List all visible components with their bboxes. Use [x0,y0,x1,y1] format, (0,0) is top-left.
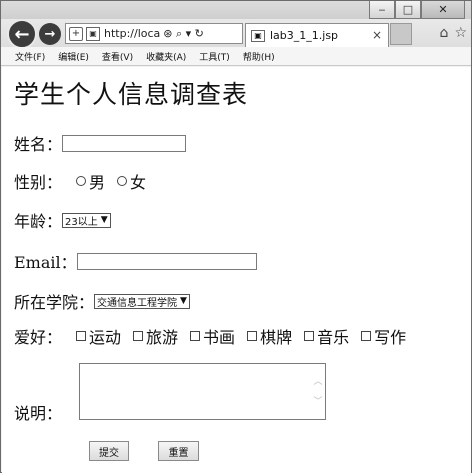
maximize-button[interactable]: □ [395,1,421,19]
browser-toolbar: ← → + ▣ http://loca ⊛ ⌕ ▾ ↻ ▣ lab3_1_1.j… [1,19,471,49]
minimize-button[interactable]: ‒ [369,1,395,19]
chevron-down-icon[interactable]: ▼ [180,296,187,306]
page-content: 学生个人信息调查表 姓名： 性别： 男 女 年龄： 23以上 ▼ Email： … [2,67,471,473]
home-icon[interactable]: ⌂ [440,25,449,41]
submit-button[interactable]: 提交 [89,441,129,461]
toolbar-right-icons: ⌂ ☆ [440,25,467,41]
reset-button[interactable]: 重置 [158,441,199,461]
page-title: 学生个人信息调查表 [14,80,249,109]
checkbox-icon[interactable] [361,331,372,341]
menu-file[interactable]: 文件(F) [15,50,45,63]
desc-textarea[interactable]: ︿ ﹀ [79,363,326,420]
textarea-scrollbar[interactable]: ︿ ﹀ [313,372,323,412]
gender-option-female[interactable]: 女 [117,169,146,193]
desc-label: 说明： [14,404,63,423]
gender-option-label: 女 [130,173,147,192]
radio-icon[interactable] [117,176,128,186]
hobby-row: 爱好： 运动 旅游 书画 棋牌 音乐 写作 [14,324,406,348]
menu-edit[interactable]: 编辑(E) [58,50,89,63]
age-selected-value: 23以上 [65,216,98,228]
college-select[interactable]: 交通信息工程学院 ▼ [94,293,190,309]
hobby-option[interactable]: 旅游 [133,324,178,348]
browser-window: ‒ □ ✕ ← → + ▣ http://loca ⊛ ⌕ ▾ ↻ ▣ lab3… [0,0,472,473]
menu-favorites[interactable]: 收藏夹(A) [146,50,186,63]
hobby-option[interactable]: 书画 [190,324,235,348]
checkbox-icon[interactable] [76,331,87,341]
hobby-option-label: 书画 [203,328,236,347]
hobby-option[interactable]: 写作 [361,324,406,348]
radio-icon[interactable] [76,176,87,186]
gender-row: 性别： 男 女 [14,169,146,193]
age-row: 年龄： 23以上 ▼ [14,208,111,232]
tab-close-icon[interactable]: × [372,28,382,42]
gender-option-label: 男 [89,173,106,192]
hobby-option[interactable]: 运动 [76,324,121,348]
desc-row: 说明： [14,400,62,424]
hobby-option-label: 音乐 [317,328,350,347]
menu-view[interactable]: 查看(V) [102,50,133,63]
plus-icon[interactable]: + [69,26,83,41]
new-tab-button[interactable] [390,23,412,45]
hobby-option-label: 写作 [374,328,407,347]
address-text[interactable]: http://loca [104,27,160,40]
menu-help[interactable]: 帮助(H) [243,50,275,63]
hobby-option-label: 运动 [89,328,122,347]
tab-title: lab3_1_1.jsp [270,29,339,42]
favorites-icon[interactable]: ☆ [454,25,467,41]
page-icon: ▣ [86,26,100,41]
address-tools-icons[interactable]: ⊛ ⌕ ▾ ↻ [163,27,204,41]
tab-favicon-icon: ▣ [251,29,265,42]
checkbox-icon[interactable] [304,331,315,341]
email-label: Email： [14,253,77,272]
chevron-down-icon[interactable]: ▼ [101,215,108,225]
title-bar: ‒ □ ✕ [1,1,471,19]
hobby-option[interactable]: 音乐 [304,324,349,348]
college-label: 所在学院： [14,293,95,312]
hobby-option-label: 棋牌 [260,328,293,347]
email-input[interactable] [76,252,257,270]
name-input[interactable] [62,134,187,152]
name-row: 姓名： [14,131,187,155]
email-row: Email： [14,249,257,273]
checkbox-icon[interactable] [190,331,201,341]
hobby-option-label: 旅游 [146,328,179,347]
gender-option-male[interactable]: 男 [76,169,105,193]
age-select[interactable]: 23以上 ▼ [62,212,111,228]
hobby-option[interactable]: 棋牌 [247,324,292,348]
address-bar[interactable]: + ▣ http://loca ⊛ ⌕ ▾ ↻ [65,23,243,44]
gender-label: 性别： [14,173,63,192]
forward-button[interactable]: → [39,23,61,45]
window-controls: ‒ □ ✕ [369,1,465,19]
college-row: 所在学院： 交通信息工程学院 ▼ [14,289,190,313]
menu-tools[interactable]: 工具(T) [199,50,230,63]
checkbox-icon[interactable] [133,331,144,341]
menu-bar: 文件(F) 编辑(E) 查看(V) 收藏夹(A) 工具(T) 帮助(H) [1,47,471,66]
name-label: 姓名： [14,135,63,154]
college-selected-value: 交通信息工程学院 [97,297,178,309]
tab-lab3[interactable]: ▣ lab3_1_1.jsp × [245,23,389,47]
back-button[interactable]: ← [7,19,37,49]
checkbox-icon[interactable] [247,331,258,341]
hobby-label: 爱好： [14,328,63,347]
close-button[interactable]: ✕ [421,1,465,19]
age-label: 年龄： [14,212,63,231]
